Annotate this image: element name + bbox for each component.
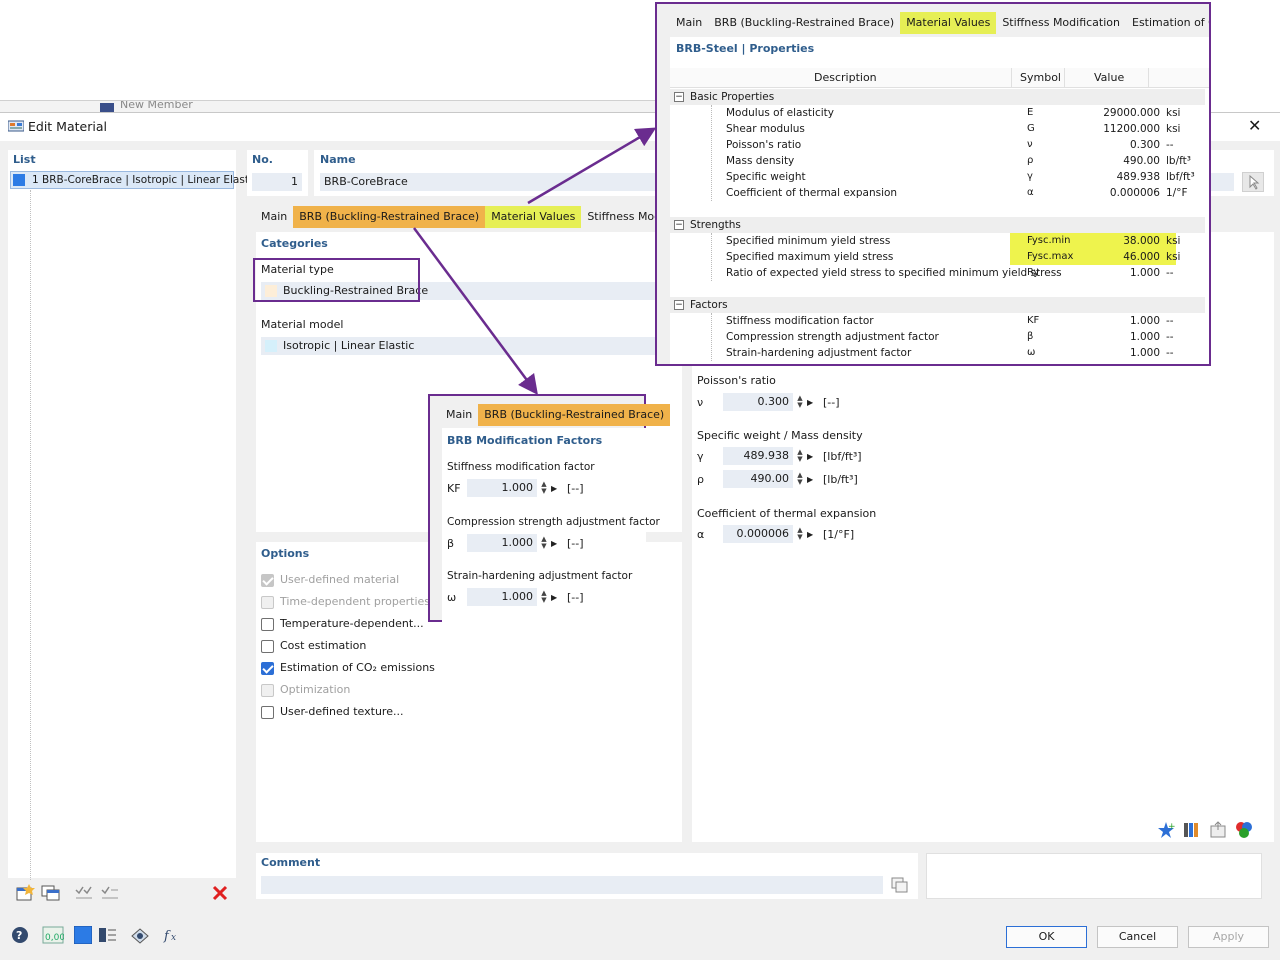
callout-arrows bbox=[412, 127, 657, 396]
callout-arrow-brb bbox=[412, 227, 538, 396]
callout-arrow-values bbox=[527, 127, 657, 205]
